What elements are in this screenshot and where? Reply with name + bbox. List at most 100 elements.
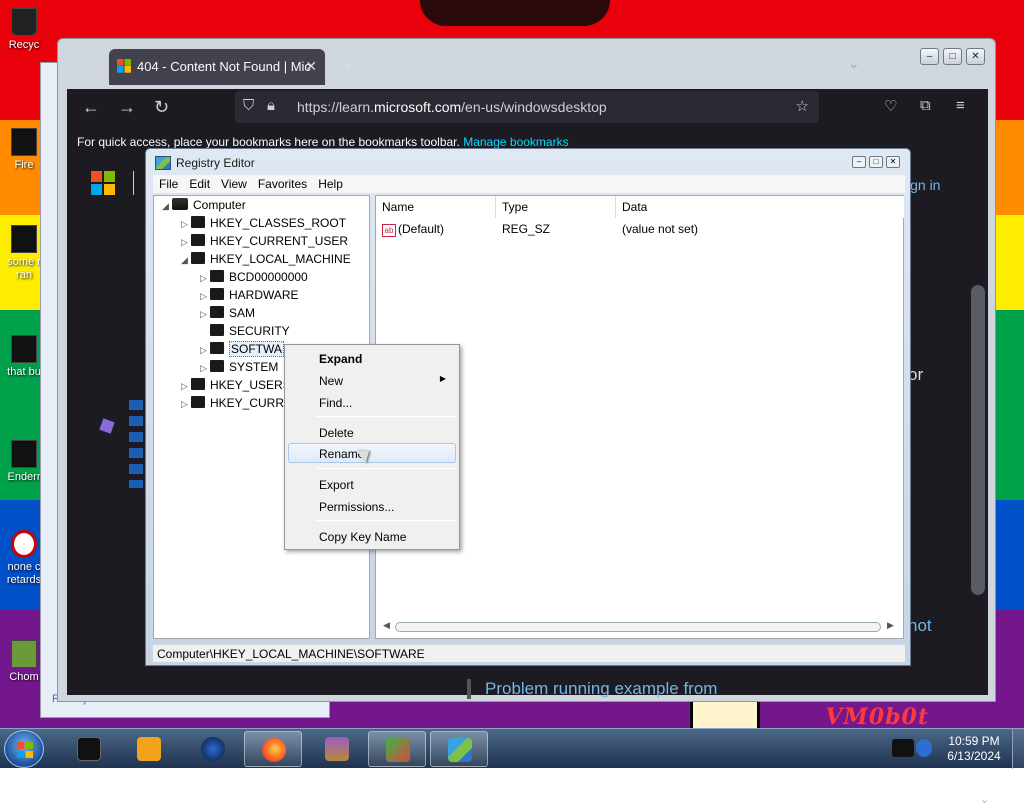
- taskbar-button-winrar[interactable]: [308, 731, 366, 767]
- tree-node-hardware[interactable]: ▷ HARDWARE: [200, 288, 299, 302]
- page-scrollbar-thumb[interactable]: [971, 285, 985, 595]
- expand-icon[interactable]: ▷: [181, 237, 191, 248]
- tree-node-hkcc[interactable]: ▷ HKEY_CURRE: [181, 396, 292, 410]
- list-tabs-icon[interactable]: ⌄: [848, 55, 860, 72]
- column-header-type[interactable]: Type: [496, 196, 616, 218]
- maximize-button[interactable]: □: [943, 48, 962, 65]
- system-clock[interactable]: 10:59 PM 6/13/2024: [944, 734, 1004, 764]
- tree-node-sam[interactable]: ▷ SAM: [200, 306, 255, 320]
- extensions-icon[interactable]: ⧉: [920, 97, 931, 114]
- folder-icon: [210, 342, 224, 354]
- taskbar-button-globe[interactable]: [184, 731, 242, 767]
- lock-icon[interactable]: 🔒︎: [267, 97, 275, 114]
- minimize-button[interactable]: –: [852, 156, 866, 168]
- wallpaper-figure: [690, 700, 760, 728]
- expand-icon[interactable]: ▷: [181, 219, 191, 230]
- back-arrow-icon[interactable]: ←: [82, 97, 100, 118]
- tree-label: HKEY_USERS: [210, 378, 291, 392]
- menu-help[interactable]: Help: [312, 175, 348, 191]
- menu-item-delete[interactable]: Delete: [288, 422, 456, 442]
- menu-item-permissions[interactable]: Permissions...: [288, 496, 456, 516]
- status-bar-path: Computer\HKEY_LOCAL_MACHINE\SOFTWARE: [153, 644, 905, 662]
- taskbar-button-registry-editor[interactable]: [430, 731, 488, 767]
- folder-icon: [191, 234, 205, 246]
- maximize-button[interactable]: □: [869, 156, 883, 168]
- menu-item-new[interactable]: New ▶: [288, 370, 456, 390]
- menu-item-rename[interactable]: Rename: [288, 443, 456, 463]
- pocket-icon[interactable]: ♡: [884, 97, 897, 115]
- page-link-fragment[interactable]: not: [908, 616, 932, 636]
- menu-item-find[interactable]: Find...: [288, 392, 456, 412]
- menu-separator: [316, 520, 456, 521]
- menu-file[interactable]: File: [153, 175, 183, 191]
- expand-icon[interactable]: ▷: [200, 309, 210, 320]
- taskbar-button-firefox[interactable]: [244, 731, 302, 767]
- tree-node-hkcr[interactable]: ▷ HKEY_CLASSES_ROOT: [181, 216, 346, 230]
- scroll-down-arrow-icon[interactable]: ⌄: [980, 793, 989, 806]
- tab-close-icon[interactable]: ✕: [305, 58, 317, 75]
- shield-icon[interactable]: ⛉: [243, 97, 254, 114]
- url-prefix: https://learn.: [297, 99, 375, 115]
- horizontal-scrollbar[interactable]: ◀ ▶: [381, 620, 897, 634]
- tree-node-bcd[interactable]: ▷ BCD00000000: [200, 270, 308, 284]
- scrollbar-thumb[interactable]: [395, 622, 881, 632]
- column-header-data[interactable]: Data: [616, 196, 904, 218]
- collapse-icon[interactable]: ◢: [162, 201, 172, 212]
- value-row-name[interactable]: ab (Default): [382, 222, 444, 237]
- start-button[interactable]: [4, 730, 44, 768]
- context-menu: Expand New ▶ Find... Delete Rename Export…: [284, 344, 460, 550]
- tree-node-security[interactable]: SECURITY: [200, 324, 290, 338]
- tab-404[interactable]: 404 - Content Not Found | Mic ✕: [109, 49, 325, 85]
- menu-icon[interactable]: ≡: [956, 97, 965, 114]
- tree-node-computer[interactable]: ◢ Computer: [162, 198, 246, 212]
- expand-icon[interactable]: ▷: [181, 381, 191, 392]
- manage-bookmarks-link[interactable]: Manage bookmarks: [463, 135, 568, 149]
- expand-icon[interactable]: ▷: [200, 273, 210, 284]
- collapse-icon[interactable]: ◢: [181, 255, 191, 266]
- close-button[interactable]: ✕: [886, 156, 900, 168]
- taskbar-button-network-users[interactable]: [368, 731, 426, 767]
- tree-node-hklm[interactable]: ◢ HKEY_LOCAL_MACHINE: [181, 252, 351, 266]
- column-header-name[interactable]: Name: [376, 196, 496, 218]
- file-icon: [11, 335, 37, 363]
- menu-view[interactable]: View: [215, 175, 252, 191]
- expand-icon[interactable]: ▷: [200, 363, 210, 374]
- tray-camera-icon[interactable]: [892, 739, 914, 757]
- expand-icon[interactable]: ▷: [200, 291, 210, 302]
- expand-icon[interactable]: ▷: [181, 399, 191, 410]
- microsoft-logo-icon[interactable]: [91, 171, 115, 195]
- show-desktop-button[interactable]: [1012, 729, 1024, 769]
- new-tab-button[interactable]: +: [342, 55, 353, 76]
- expand-icon[interactable]: ▷: [200, 345, 210, 356]
- network-users-icon: [386, 738, 410, 762]
- tree-node-hkcu[interactable]: ▷ HKEY_CURRENT_USER: [181, 234, 348, 248]
- menu-edit[interactable]: Edit: [183, 175, 215, 191]
- desktop-icon-label: none c retards: [6, 561, 42, 586]
- tree-node-hku[interactable]: ▷ HKEY_USERS: [181, 378, 291, 392]
- tree-label: HARDWARE: [229, 288, 299, 302]
- tray-network-icon[interactable]: [916, 739, 932, 757]
- tree-node-system[interactable]: ▷ SYSTEM: [200, 360, 278, 374]
- menu-item-expand[interactable]: Expand: [288, 348, 456, 368]
- tree-label: SOFTWA: [229, 341, 284, 357]
- firefox-shortcut-icon: [11, 128, 37, 156]
- desktop-icon-recycle-bin[interactable]: Recyc: [2, 8, 46, 51]
- menu-favorites[interactable]: Favorites: [252, 175, 312, 191]
- app-icon: [11, 440, 37, 468]
- bookmark-star-icon[interactable]: ☆: [796, 97, 809, 115]
- tree-node-software[interactable]: ▷ SOFTWA: [200, 341, 284, 357]
- scroll-right-icon[interactable]: ▶: [887, 620, 894, 631]
- reload-icon[interactable]: ↻: [154, 97, 169, 118]
- menu-item-export[interactable]: Export: [288, 474, 456, 494]
- taskbar-button-media-player[interactable]: [120, 731, 178, 767]
- scroll-left-icon[interactable]: ◀: [383, 620, 390, 631]
- registry-editor-icon: [155, 156, 171, 170]
- sign-in-link[interactable]: ign in: [907, 177, 940, 193]
- menu-item-copy-key-name[interactable]: Copy Key Name: [288, 526, 456, 546]
- problem-running-link[interactable]: Problem running example from: [467, 679, 717, 699]
- taskbar-button-terminal[interactable]: [60, 731, 118, 767]
- forward-arrow-icon[interactable]: →: [118, 97, 136, 118]
- close-button[interactable]: ✕: [966, 48, 985, 65]
- url-bar[interactable]: ⛉ 🔒︎ https://learn.microsoft.com/en-us/w…: [235, 91, 819, 123]
- minimize-button[interactable]: –: [920, 48, 939, 65]
